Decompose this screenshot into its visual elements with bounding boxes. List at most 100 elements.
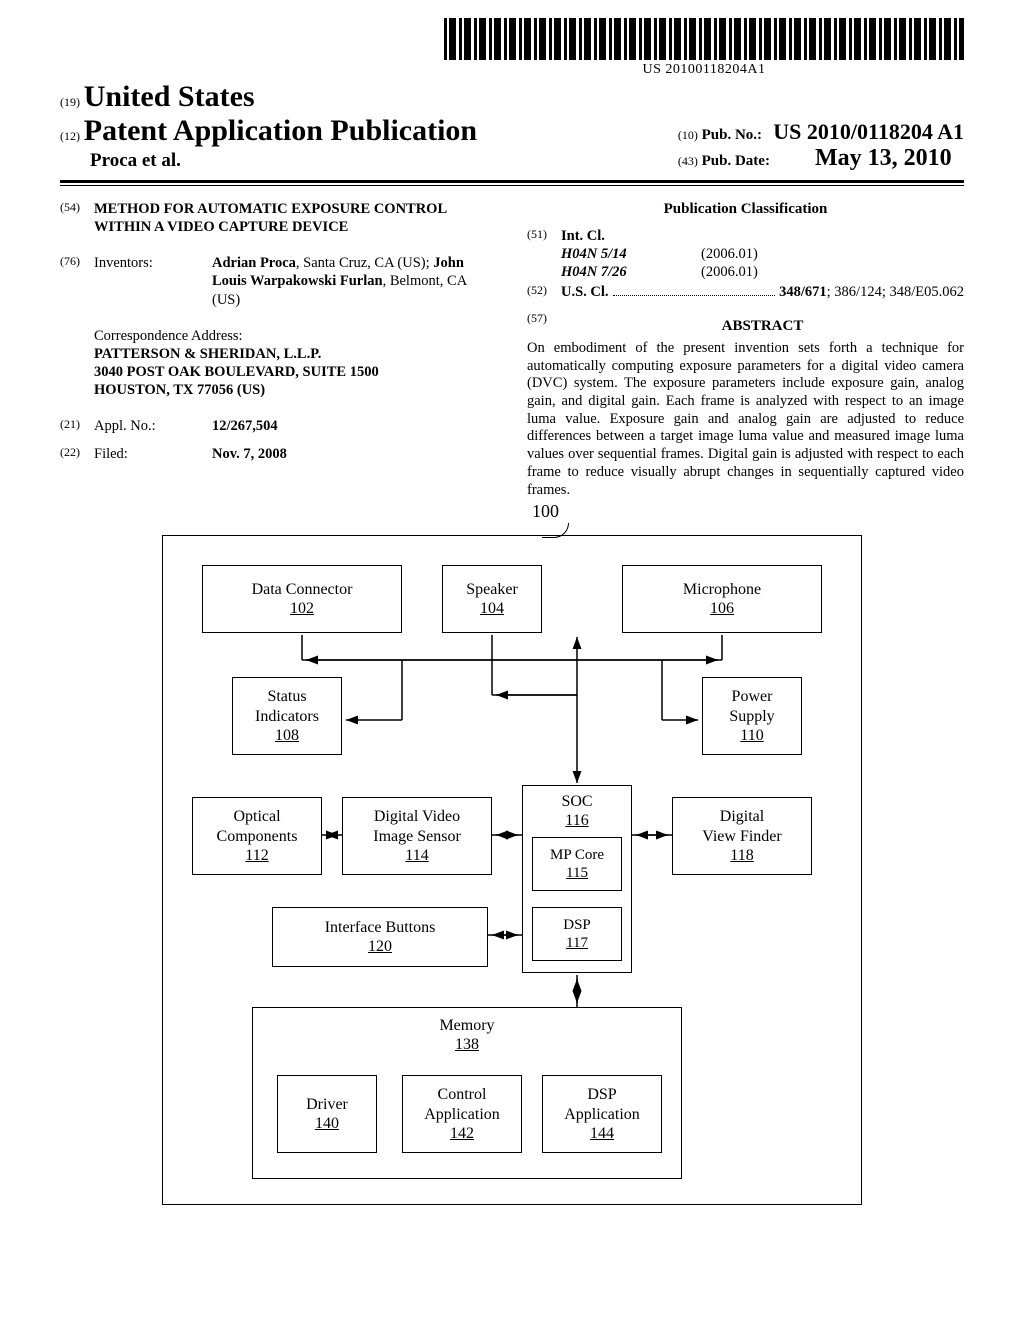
doc-type: Patent Application Publication <box>84 114 477 147</box>
pub-date: May 13, 2010 <box>815 145 952 171</box>
ref-mpcore: 115 <box>533 864 621 882</box>
label-optical-2: Components <box>193 827 321 846</box>
label-status-2: Indicators <box>233 707 341 726</box>
intcl-block: Int. Cl. H04N 5/14 (2006.01) H04N 7/26 (… <box>561 227 964 281</box>
code-51: (51) <box>527 227 561 281</box>
label-dspapp-2: Application <box>543 1105 661 1124</box>
code-52: (52) <box>527 283 561 301</box>
code-10: (10) <box>678 128 698 142</box>
box-dsp: DSP 117 <box>532 907 622 961</box>
intcl-2-year: (2006.01) <box>701 263 758 281</box>
pub-no: US 2010/0118204 A1 <box>773 119 964 144</box>
box-mpcore: MP Core 115 <box>532 837 622 891</box>
barcode-area: US 20100118204A1 <box>444 18 964 78</box>
label-speaker: Speaker <box>443 580 541 599</box>
ref-memory: 138 <box>253 1035 681 1054</box>
box-sensor: Digital Video Image Sensor 114 <box>342 797 492 875</box>
pub-class-head: Publication Classification <box>527 200 964 219</box>
corr-2: 3040 POST OAK BOULEVARD, SUITE 1500 <box>94 363 497 381</box>
label-driver: Driver <box>278 1095 376 1114</box>
correspondence-block: Correspondence Address: PATTERSON & SHER… <box>94 327 497 400</box>
code-12: (12) <box>60 129 80 143</box>
rule-thin <box>60 185 964 186</box>
figure-wrap: 100 Data Connector 102 Speaker 104 Micro… <box>60 527 964 1212</box>
abstract-label: ABSTRACT <box>561 317 964 336</box>
filed-date: Nov. 7, 2008 <box>212 445 497 463</box>
label-soc: SOC <box>523 792 631 811</box>
uscl-bold: 348/671 <box>779 284 827 300</box>
inventor-1-loc: , Santa Cruz, CA (US); <box>296 255 433 271</box>
corr-1: PATTERSON & SHERIDAN, L.L.P. <box>94 345 497 363</box>
code-76: (76) <box>60 254 94 308</box>
box-status: Status Indicators 108 <box>232 677 342 755</box>
ref-buttons: 120 <box>273 937 487 956</box>
ref-soc: 116 <box>523 811 631 830</box>
box-data-connector: Data Connector 102 <box>202 565 402 633</box>
intcl-row: (51) Int. Cl. H04N 5/14 (2006.01) H04N 7… <box>527 227 964 281</box>
appl-no: 12/267,504 <box>212 417 497 435</box>
ref-dspapp: 144 <box>543 1124 661 1143</box>
left-column: (54) METHOD FOR AUTOMATIC EXPOSURE CONTR… <box>60 200 497 499</box>
ref-driver: 140 <box>278 1114 376 1133</box>
box-buttons: Interface Buttons 120 <box>272 907 488 967</box>
box-speaker: Speaker 104 <box>442 565 542 633</box>
patent-title: METHOD FOR AUTOMATIC EXPOSURE CONTROL WI… <box>94 200 497 236</box>
code-43: (43) <box>678 154 698 168</box>
intcl-label: Int. Cl. <box>561 227 964 245</box>
code-54: (54) <box>60 200 94 236</box>
abstract-head-row: (57) ABSTRACT <box>527 311 964 340</box>
header-block: (19) United States (12) Patent Applicati… <box>60 80 964 172</box>
code-21: (21) <box>60 417 94 435</box>
box-driver: Driver 140 <box>277 1075 377 1153</box>
figure-100: 100 Data Connector 102 Speaker 104 Micro… <box>162 527 862 1207</box>
title-row: (54) METHOD FOR AUTOMATIC EXPOSURE CONTR… <box>60 200 497 236</box>
inventors-row: (76) Inventors: Adrian Proca, Santa Cruz… <box>60 254 497 308</box>
header-right: (10) Pub. No.: US 2010/0118204 A1 (43) P… <box>678 119 964 172</box>
label-sensor-1: Digital Video <box>343 807 491 826</box>
uscl-rest: ; 386/124; 348/E05.062 <box>827 284 964 300</box>
label-status-1: Status <box>233 687 341 706</box>
ref-ctrlapp: 142 <box>403 1124 521 1143</box>
abstract-text: On embodiment of the present invention s… <box>527 340 964 499</box>
intcl-1-row: H04N 5/14 (2006.01) <box>561 245 964 263</box>
box-viewfinder: Digital View Finder 118 <box>672 797 812 875</box>
box-microphone: Microphone 106 <box>622 565 822 633</box>
appl-row: (21) Appl. No.: 12/267,504 <box>60 417 497 435</box>
ref-viewfinder: 118 <box>673 846 811 865</box>
dot-leader <box>613 294 776 296</box>
barcode-graphic <box>444 18 964 60</box>
rule-thick <box>60 180 964 183</box>
filed-label: Filed: <box>94 445 212 463</box>
label-sensor-2: Image Sensor <box>343 827 491 846</box>
inventors-short: Proca et al. <box>60 150 477 172</box>
label-power-1: Power <box>703 687 801 706</box>
patent-page: US 20100118204A1 (19) United States (12)… <box>0 0 1024 1320</box>
label-optical-1: Optical <box>193 807 321 826</box>
intcl-1: H04N 5/14 <box>561 245 701 263</box>
uscl-line: U.S. Cl. 348/671; 386/124; 348/E05.062 <box>561 283 964 301</box>
intcl-2-row: H04N 7/26 (2006.01) <box>561 263 964 281</box>
ref-dsp: 117 <box>533 934 621 952</box>
label-power-2: Supply <box>703 707 801 726</box>
country: United States <box>84 80 255 113</box>
inventors-value: Adrian Proca, Santa Cruz, CA (US); John … <box>212 254 497 308</box>
doc-type-line: (12) Patent Application Publication <box>60 114 477 148</box>
biblio-columns: (54) METHOD FOR AUTOMATIC EXPOSURE CONTR… <box>60 200 964 499</box>
ref-100: 100 <box>532 501 559 522</box>
box-optical: Optical Components 112 <box>192 797 322 875</box>
corr-3: HOUSTON, TX 77056 (US) <box>94 381 497 399</box>
barcode-text: US 20100118204A1 <box>444 62 964 78</box>
inventor-1: Adrian Proca <box>212 255 296 271</box>
label-dsp: DSP <box>533 916 621 934</box>
inventors-label: Inventors: <box>94 254 212 308</box>
header-left: (12) Patent Application Publication Proc… <box>60 114 477 172</box>
appl-label: Appl. No.: <box>94 417 212 435</box>
ref-status: 108 <box>233 726 341 745</box>
label-data-connector: Data Connector <box>203 580 401 599</box>
pub-no-label: Pub. No.: <box>702 127 762 143</box>
label-microphone: Microphone <box>623 580 821 599</box>
ref-sensor: 114 <box>343 846 491 865</box>
label-ctrlapp-2: Application <box>403 1105 521 1124</box>
code-22: (22) <box>60 445 94 463</box>
uscl-label: U.S. Cl. <box>561 283 609 301</box>
